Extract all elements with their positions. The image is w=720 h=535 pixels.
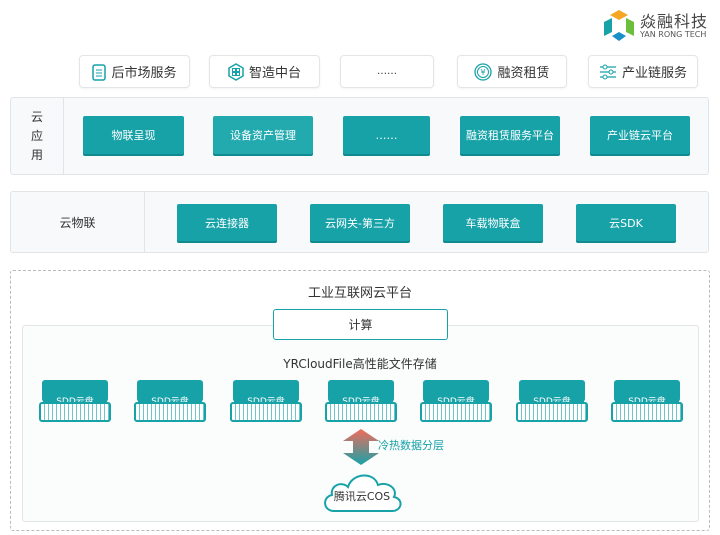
app-iot-display[interactable]: 物联呈现	[83, 116, 184, 154]
logo: 焱融科技 YAN RONG TECH	[602, 8, 714, 44]
logo-name: 焱融科技	[640, 12, 709, 31]
sliders-icon	[599, 64, 616, 79]
ssd-disk: SDD云盘	[39, 380, 111, 422]
iot-vehicle-box[interactable]: 车载物联盒	[443, 204, 543, 241]
service-card-more[interactable]: ……	[340, 55, 434, 88]
svg-text:¥: ¥	[481, 68, 486, 77]
logo-mark-icon	[604, 10, 634, 41]
logo-subtitle: YAN RONG TECH	[640, 30, 707, 39]
ssd-disk: SDD云盘	[230, 380, 302, 422]
iot-gateway[interactable]: 云网关-第三方	[310, 204, 410, 241]
service-label: 融资租赁	[497, 66, 550, 81]
cloud-app-label: 云应用	[31, 110, 44, 162]
compute-box[interactable]: 计算	[273, 309, 448, 340]
double-arrow-icon	[343, 429, 379, 465]
ssd-disk: SDD云盘	[325, 380, 397, 422]
service-label: ……	[377, 66, 397, 77]
app-asset-management[interactable]: 设备资产管理	[213, 116, 313, 154]
ssd-disk: SDD云盘	[611, 380, 683, 422]
iot-sdk[interactable]: 云SDK	[576, 204, 676, 241]
ssd-disk: SDD云盘	[134, 380, 206, 422]
cloud-iot-label: 云物联	[59, 216, 96, 230]
cos-label: 腾讯云COS	[333, 490, 391, 503]
service-label: 后市场服务	[111, 66, 177, 81]
ssd-disk: SDD云盘	[420, 380, 492, 422]
platform-title: 工业互联网云平台	[307, 286, 412, 301]
app-financing-platform[interactable]: 融资租赁服务平台	[460, 116, 560, 154]
service-card-financing-leasing[interactable]: ¥ 融资租赁	[457, 55, 567, 88]
clipboard-icon	[92, 63, 107, 81]
app-industry-cloud[interactable]: 产业链云平台	[590, 116, 690, 154]
service-card-industry-chain[interactable]: 产业链服务	[588, 55, 698, 88]
tiering-label: 冷热数据分层	[378, 439, 444, 452]
hexagon-grid-icon	[228, 62, 244, 81]
iot-connector[interactable]: 云连接器	[177, 204, 277, 241]
service-label: 产业链服务	[621, 66, 687, 81]
service-card-smart-manufacturing[interactable]: 智造中台	[209, 55, 320, 88]
app-more[interactable]: ……	[343, 116, 430, 154]
storage-title: YRCloudFile高性能文件存储	[283, 357, 437, 371]
ssd-disk: SDD云盘	[516, 380, 588, 422]
divider	[63, 98, 64, 174]
service-label: 智造中台	[248, 66, 301, 81]
divider	[144, 192, 145, 252]
service-card-aftermarket[interactable]: 后市场服务	[79, 55, 190, 88]
yen-coin-icon: ¥	[474, 62, 493, 81]
